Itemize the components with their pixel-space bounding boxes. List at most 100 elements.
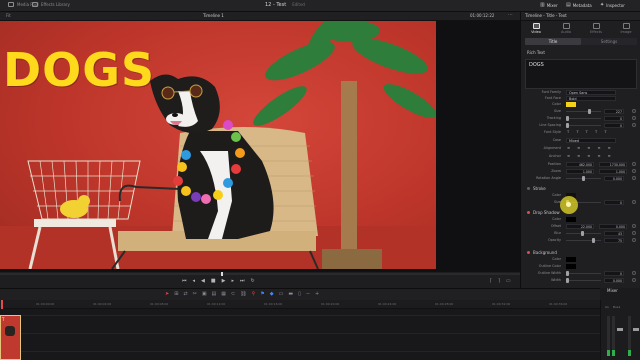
trim-tool-icon[interactable]: ⊞ xyxy=(174,291,178,297)
go-to-end-icon[interactable]: ⏭ xyxy=(240,278,245,284)
overwrite-clip-icon[interactable]: ▤ xyxy=(212,291,217,297)
zoom-detail-icon[interactable]: ▬ xyxy=(288,291,293,297)
zoom-y-value[interactable]: 1.000 xyxy=(599,169,627,174)
tab-image[interactable]: Image xyxy=(613,22,639,36)
background-header[interactable]: Background xyxy=(527,250,557,255)
anchor-buttons[interactable]: ≡ ≡ ≡ ≡ ≡ xyxy=(567,154,614,158)
snapping-icon[interactable]: ⊂ xyxy=(231,291,235,297)
outline-width-slider[interactable] xyxy=(566,271,601,276)
metadata-toggle-button[interactable]: ▤ Metadata xyxy=(566,2,592,8)
loop-icon[interactable]: ↻ xyxy=(251,278,255,284)
zoom-custom-icon[interactable]: ▯ xyxy=(298,291,301,297)
shadow-offset-x-value[interactable]: 22.000 xyxy=(566,224,594,229)
keyframe-icon[interactable] xyxy=(632,123,636,127)
effects-library-button[interactable]: Effects Library xyxy=(32,2,70,7)
play-reverse-icon[interactable]: ◀ xyxy=(201,278,205,284)
line-spacing-value[interactable]: 0 xyxy=(604,123,624,128)
go-to-start-icon[interactable]: ⏮ xyxy=(182,278,187,284)
drop-shadow-enable-icon[interactable] xyxy=(527,211,530,214)
font-style-buttons[interactable]: T T T T T xyxy=(567,130,610,134)
keyframe-icon[interactable] xyxy=(632,271,636,275)
stop-icon[interactable]: ■ xyxy=(211,278,216,284)
shadow-color-swatch[interactable] xyxy=(566,217,576,222)
subtab-title[interactable]: Title xyxy=(525,38,581,45)
mark-in-icon[interactable]: ⌈ xyxy=(490,278,492,284)
keyframe-icon[interactable] xyxy=(632,278,636,282)
timeline-name-dropdown[interactable]: Timeline 1 xyxy=(203,13,224,18)
tab-effects[interactable]: Effects xyxy=(583,22,609,36)
font-family-dropdown[interactable]: Open Sans xyxy=(566,90,616,95)
viewer-scrubber[interactable] xyxy=(0,273,520,275)
keyframe-icon[interactable] xyxy=(632,224,636,228)
bus1-fader[interactable] xyxy=(633,328,639,331)
tracking-value[interactable]: 0 xyxy=(604,116,624,121)
background-color-swatch[interactable] xyxy=(566,257,576,262)
a1-fader[interactable] xyxy=(617,328,623,331)
shadow-opacity-value[interactable]: 75 xyxy=(604,238,624,243)
mark-out-icon[interactable]: ⌉ xyxy=(498,278,500,284)
position-x-value[interactable]: 462.000 xyxy=(566,162,594,167)
size-value[interactable]: 227 xyxy=(604,109,624,114)
alignment-buttons[interactable]: ≡ ≡ ≡ ≡ ≡ xyxy=(567,146,614,150)
keyframe-icon[interactable] xyxy=(632,109,636,113)
zoom-x-value[interactable]: 1.000 xyxy=(566,169,594,174)
video-clip[interactable]: T xyxy=(0,315,21,360)
rich-text-input[interactable]: DOGS xyxy=(525,59,637,89)
marker-icon[interactable]: ◆ xyxy=(270,291,274,297)
background-enable-icon[interactable] xyxy=(527,251,530,254)
replace-clip-icon[interactable]: ▦ xyxy=(221,291,226,297)
rotation-slider[interactable] xyxy=(566,176,601,181)
insert-clip-icon[interactable]: ▣ xyxy=(202,291,207,297)
tracking-slider[interactable] xyxy=(566,116,601,121)
timeline-playhead[interactable] xyxy=(1,300,3,309)
subtab-settings[interactable]: Settings xyxy=(581,38,637,45)
line-spacing-slider[interactable] xyxy=(566,123,601,128)
viewer-options-icon[interactable]: ⋯ xyxy=(508,12,513,18)
background-width-value[interactable]: 0.000 xyxy=(604,278,624,283)
keyframe-icon[interactable] xyxy=(632,169,636,173)
size-slider[interactable] xyxy=(566,109,601,114)
selection-tool-icon[interactable]: ➤ xyxy=(165,291,169,297)
keyframe-icon[interactable] xyxy=(632,238,636,242)
keyframe-icon[interactable] xyxy=(632,200,636,204)
stroke-enable-icon[interactable] xyxy=(527,187,530,190)
flag-icon[interactable]: ⚑ xyxy=(260,291,264,297)
inspector-toggle-button[interactable]: ✦ Inspector xyxy=(600,2,625,8)
font-face-dropdown[interactable]: Bold xyxy=(566,96,616,101)
timeline-tracks[interactable]: T xyxy=(0,309,600,360)
zoom-in-icon[interactable]: + xyxy=(315,291,319,297)
scrubber-playhead[interactable] xyxy=(221,272,223,276)
keyframe-icon[interactable] xyxy=(632,176,636,180)
shadow-blur-slider[interactable] xyxy=(566,231,601,236)
zoom-full-icon[interactable]: ▭ xyxy=(279,291,284,297)
shadow-opacity-slider[interactable] xyxy=(566,238,601,243)
tab-audio[interactable]: Audio xyxy=(553,22,579,36)
text-color-swatch[interactable] xyxy=(566,102,576,107)
stroke-size-value[interactable]: 0 xyxy=(604,200,624,205)
tab-video[interactable]: Video xyxy=(523,22,549,36)
blade-tool-icon[interactable]: ✂ xyxy=(193,291,197,297)
shadow-offset-y-value[interactable]: 0.000 xyxy=(599,224,627,229)
case-dropdown[interactable]: Mixed xyxy=(566,138,616,143)
step-forward-icon[interactable]: ▸ xyxy=(231,278,234,284)
position-lock-icon[interactable]: ⚲ xyxy=(252,291,256,297)
dynamic-trim-icon[interactable]: ⇄ xyxy=(183,291,187,297)
outline-width-value[interactable]: 0 xyxy=(604,271,624,276)
drop-shadow-header[interactable]: Drop Shadow xyxy=(527,210,560,215)
play-icon[interactable]: ▶ xyxy=(222,278,226,284)
title-text-overlay[interactable]: DOGS xyxy=(3,47,155,93)
step-back-icon[interactable]: ◂ xyxy=(193,278,196,284)
mixer-toggle-button[interactable]: ▥ Mixer xyxy=(540,2,558,8)
background-width-slider[interactable] xyxy=(566,278,601,283)
rotation-value[interactable]: 0.000 xyxy=(604,176,624,181)
outline-color-swatch[interactable] xyxy=(566,264,576,269)
match-frame-icon[interactable]: ▭ xyxy=(506,278,511,284)
shadow-blur-value[interactable]: 43 xyxy=(604,231,624,236)
viewer-zoom-dropdown[interactable]: Fit xyxy=(6,13,11,18)
stroke-header[interactable]: Stroke xyxy=(527,186,546,191)
keyframe-icon[interactable] xyxy=(632,116,636,120)
viewer[interactable]: DOGS xyxy=(0,21,520,271)
keyframe-icon[interactable] xyxy=(632,162,636,166)
linked-selection-icon[interactable]: ⛓ xyxy=(240,291,246,297)
timeline-ruler[interactable]: 01:00:00:00 01:00:04:00 01:00:08:00 01:0… xyxy=(0,300,600,309)
